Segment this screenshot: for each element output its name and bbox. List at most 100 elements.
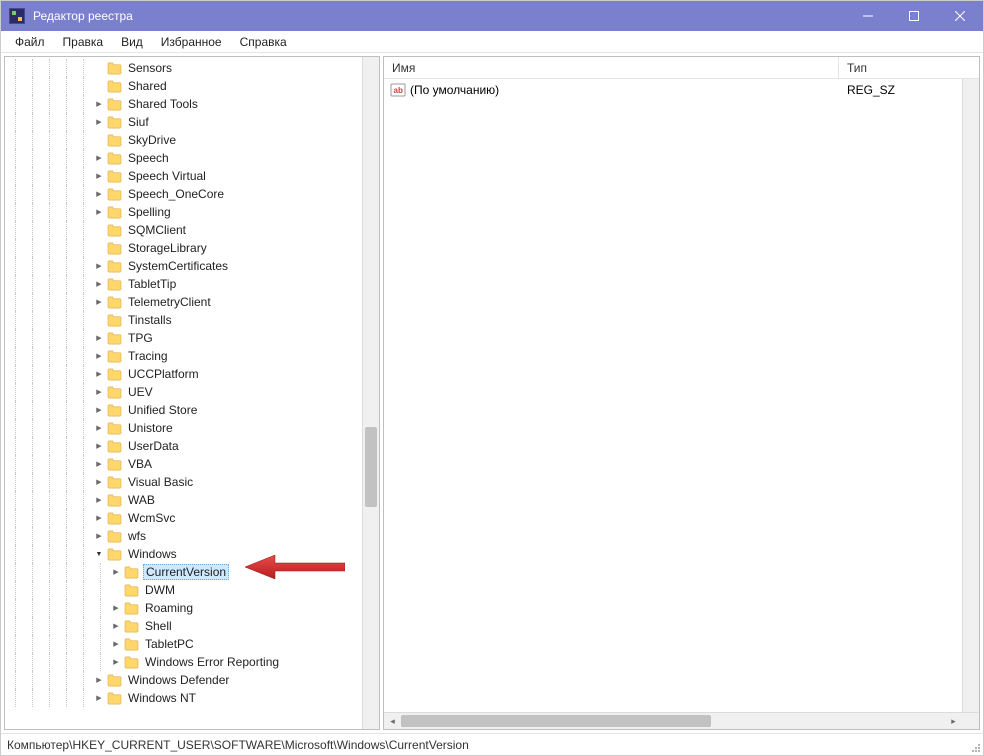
menu-help[interactable]: Справка xyxy=(232,33,295,51)
values-body[interactable]: ab (По умолчанию) REG_SZ ◂ ▸ xyxy=(384,79,979,729)
chevron-right-icon[interactable]: ▶ xyxy=(92,532,106,540)
chevron-right-icon[interactable]: ▶ xyxy=(92,352,106,360)
tree-item[interactable]: ▶Shared Tools xyxy=(5,95,379,113)
tree-guide xyxy=(15,491,24,509)
tree-guide xyxy=(15,149,24,167)
tree-item[interactable]: ▶Siuf xyxy=(5,113,379,131)
tree-item[interactable]: ▶UCCPlatform xyxy=(5,365,379,383)
menu-edit[interactable]: Правка xyxy=(55,33,112,51)
chevron-right-icon[interactable]: ▶ xyxy=(92,406,106,414)
tree-item[interactable]: ▶TabletPC xyxy=(5,635,379,653)
close-button[interactable] xyxy=(937,1,983,31)
menu-view[interactable]: Вид xyxy=(113,33,151,51)
tree-item[interactable]: ▶Windows Defender xyxy=(5,671,379,689)
tree-item[interactable]: ▶Visual Basic xyxy=(5,473,379,491)
tree-item[interactable]: ▶Windows NT xyxy=(5,689,379,707)
tree-item[interactable]: ▶WAB xyxy=(5,491,379,509)
column-header-type[interactable]: Тип xyxy=(839,57,979,78)
scroll-left-icon[interactable]: ◂ xyxy=(384,713,401,729)
tree-item[interactable]: ▶Unistore xyxy=(5,419,379,437)
maximize-button[interactable] xyxy=(891,1,937,31)
folder-icon xyxy=(106,133,122,147)
scroll-right-icon[interactable]: ▸ xyxy=(945,713,962,729)
tree-item[interactable]: ▶Windows Error Reporting xyxy=(5,653,379,671)
chevron-right-icon[interactable]: ▶ xyxy=(109,604,123,612)
chevron-right-icon[interactable]: ▶ xyxy=(92,298,106,306)
tree-item[interactable]: ▶SystemCertificates xyxy=(5,257,379,275)
chevron-right-icon[interactable]: ▶ xyxy=(92,514,106,522)
chevron-right-icon[interactable]: ▶ xyxy=(92,478,106,486)
tree-scrollbar-thumb[interactable] xyxy=(365,427,377,507)
tree-item[interactable]: SkyDrive xyxy=(5,131,379,149)
tree-guide xyxy=(32,383,41,401)
menu-file[interactable]: Файл xyxy=(7,33,53,51)
tree-item[interactable]: ▶UEV xyxy=(5,383,379,401)
tree-guide xyxy=(66,149,75,167)
tree-item[interactable]: ▶Shell xyxy=(5,617,379,635)
chevron-right-icon[interactable]: ▶ xyxy=(92,676,106,684)
tree-guide xyxy=(83,221,92,239)
resize-grip-icon[interactable] xyxy=(969,741,981,753)
value-row[interactable]: ab (По умолчанию) REG_SZ xyxy=(384,81,979,99)
tree-item[interactable]: Tinstalls xyxy=(5,311,379,329)
column-header-name[interactable]: Имя xyxy=(384,57,839,78)
chevron-right-icon[interactable]: ▶ xyxy=(92,694,106,702)
tree-item[interactable]: ▶VBA xyxy=(5,455,379,473)
chevron-right-icon[interactable]: ▶ xyxy=(92,334,106,342)
tree-item[interactable]: ▶Unified Store xyxy=(5,401,379,419)
tree-item[interactable]: DWM xyxy=(5,581,379,599)
tree-item[interactable]: ▶UserData xyxy=(5,437,379,455)
chevron-down-icon[interactable]: ▼ xyxy=(92,551,106,558)
tree-item[interactable]: ▶Speech_OneCore xyxy=(5,185,379,203)
chevron-right-icon[interactable]: ▶ xyxy=(92,172,106,180)
values-hscroll-thumb[interactable] xyxy=(401,715,711,727)
chevron-right-icon[interactable]: ▶ xyxy=(92,370,106,378)
chevron-right-icon[interactable]: ▶ xyxy=(92,442,106,450)
tree-item[interactable]: SQMClient xyxy=(5,221,379,239)
chevron-right-icon[interactable]: ▶ xyxy=(109,658,123,666)
chevron-right-icon[interactable]: ▶ xyxy=(92,460,106,468)
tree-item[interactable]: ▶Roaming xyxy=(5,599,379,617)
tree-item[interactable]: StorageLibrary xyxy=(5,239,379,257)
folder-icon xyxy=(106,349,122,363)
tree-item[interactable]: ▶wfs xyxy=(5,527,379,545)
chevron-right-icon[interactable]: ▶ xyxy=(92,118,106,126)
tree-item[interactable]: ▶CurrentVersion xyxy=(5,563,379,581)
chevron-right-icon[interactable]: ▶ xyxy=(109,640,123,648)
chevron-right-icon[interactable]: ▶ xyxy=(92,496,106,504)
tree-item[interactable]: Sensors xyxy=(5,59,379,77)
tree-item[interactable]: ▶Speech xyxy=(5,149,379,167)
folder-icon xyxy=(106,475,122,489)
menu-favorites[interactable]: Избранное xyxy=(153,33,230,51)
chevron-right-icon[interactable]: ▶ xyxy=(92,280,106,288)
chevron-right-icon[interactable]: ▶ xyxy=(92,190,106,198)
chevron-right-icon[interactable]: ▶ xyxy=(92,388,106,396)
tree-item[interactable]: ▶Tracing xyxy=(5,347,379,365)
chevron-right-icon[interactable]: ▶ xyxy=(109,568,123,576)
chevron-right-icon[interactable]: ▶ xyxy=(92,262,106,270)
chevron-right-icon[interactable]: ▶ xyxy=(92,154,106,162)
chevron-right-icon[interactable]: ▶ xyxy=(92,424,106,432)
chevron-right-icon[interactable]: ▶ xyxy=(92,100,106,108)
tree-item[interactable]: ▶WcmSvc xyxy=(5,509,379,527)
tree-guide xyxy=(83,437,92,455)
tree-item[interactable]: ▶Spelling xyxy=(5,203,379,221)
tree-item[interactable]: ▶TPG xyxy=(5,329,379,347)
tree-scrollbar[interactable] xyxy=(362,57,379,729)
values-vscrollbar[interactable] xyxy=(962,79,979,729)
tree-guide xyxy=(49,59,58,77)
tree-item[interactable]: ▶Speech Virtual xyxy=(5,167,379,185)
tree-item[interactable]: ▶TabletTip xyxy=(5,275,379,293)
folder-icon xyxy=(106,187,122,201)
chevron-right-icon[interactable]: ▶ xyxy=(109,622,123,630)
tree-guide xyxy=(49,527,58,545)
tree-body[interactable]: SensorsShared▶Shared Tools▶SiufSkyDrive▶… xyxy=(5,57,379,729)
tree-item[interactable]: ▼Windows xyxy=(5,545,379,563)
chevron-right-icon[interactable]: ▶ xyxy=(92,208,106,216)
minimize-button[interactable] xyxy=(845,1,891,31)
tree-item[interactable]: ▶TelemetryClient xyxy=(5,293,379,311)
values-hscrollbar[interactable]: ◂ ▸ xyxy=(384,712,962,729)
folder-icon xyxy=(106,493,122,507)
tree-item[interactable]: Shared xyxy=(5,77,379,95)
tree-guide xyxy=(32,149,41,167)
